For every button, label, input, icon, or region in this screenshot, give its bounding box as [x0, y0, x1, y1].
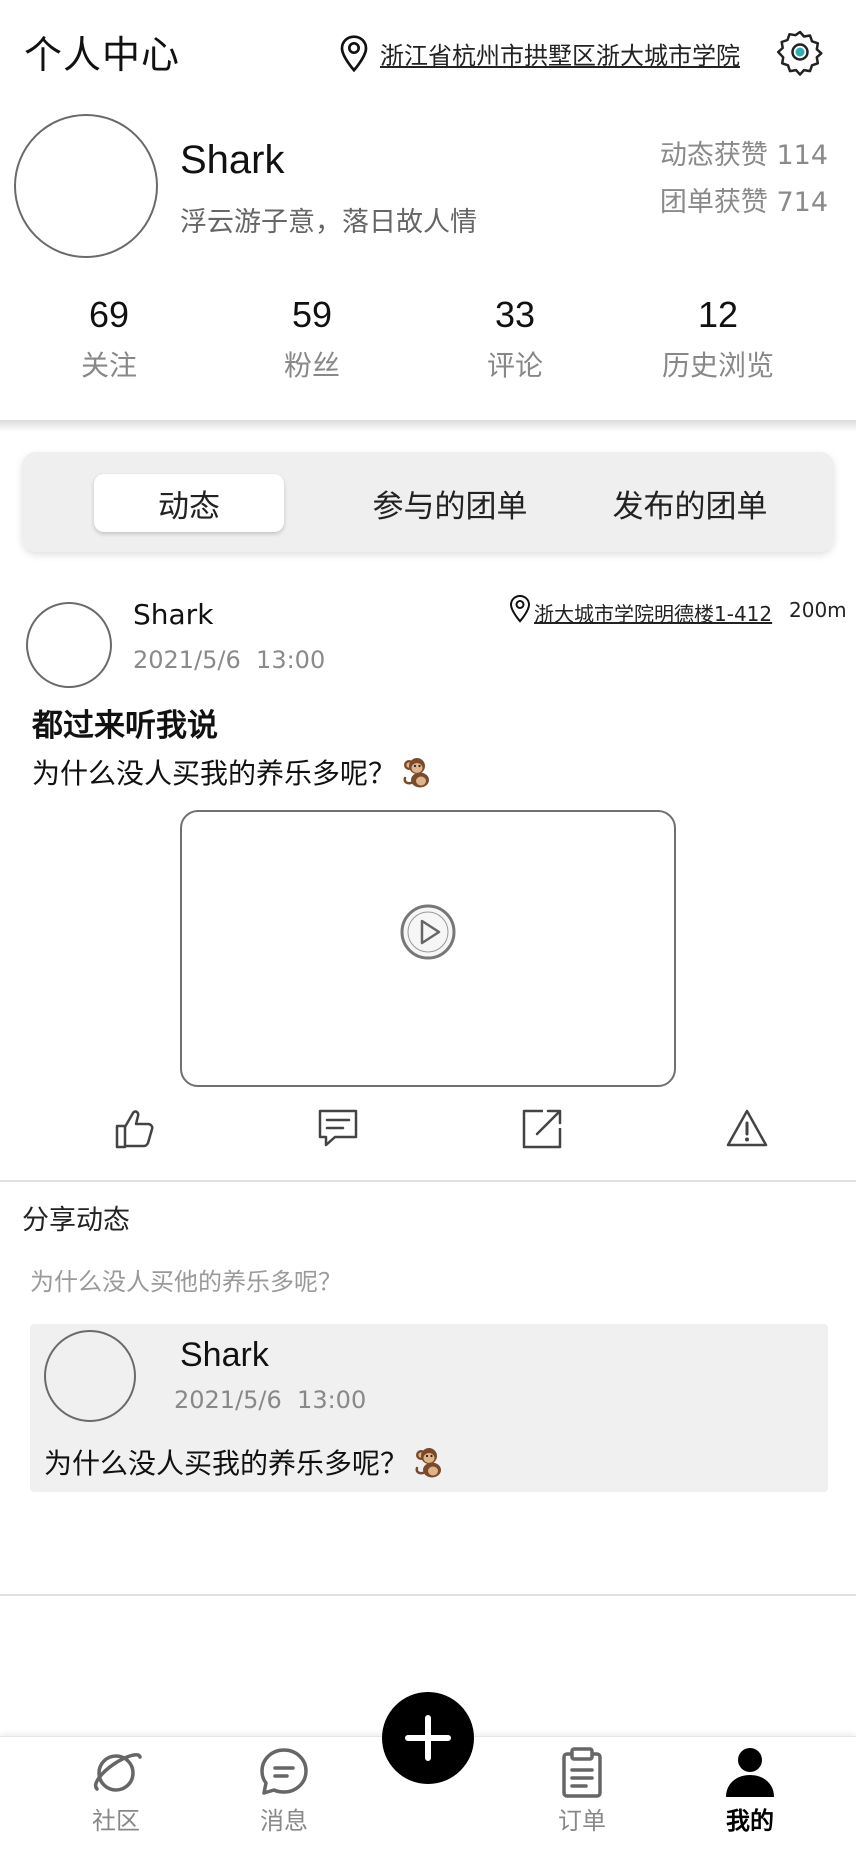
tab-joined-groups[interactable]: 参与的团单 — [350, 474, 550, 532]
add-post-button[interactable] — [382, 1692, 474, 1784]
stat-comments[interactable]: 33 评论 — [415, 294, 615, 384]
divider — [0, 1594, 856, 1596]
post-title: 都过来听我说 — [32, 708, 218, 744]
tab-published-groups[interactable]: 发布的团单 — [590, 474, 790, 532]
shared-post-avatar[interactable] — [44, 1330, 136, 1422]
nav-messages[interactable]: 消息 — [224, 1737, 344, 1836]
nav-label: 社区 — [92, 1807, 140, 1835]
monkey-icon — [403, 758, 430, 788]
share-icon[interactable] — [519, 1106, 565, 1152]
stat-value: 12 — [697, 294, 739, 335]
stat-value: 33 — [494, 294, 536, 335]
group-likes-count: 团单获赞 714 — [659, 187, 828, 218]
gear-icon[interactable] — [776, 28, 824, 76]
divider — [0, 1180, 856, 1182]
page-title: 个人中心 — [24, 33, 181, 77]
share-section-title: 分享动态 — [22, 1205, 130, 1236]
nav-profile[interactable]: 我的 — [690, 1737, 810, 1836]
report-warning-icon[interactable] — [724, 1106, 770, 1152]
nav-orders[interactable]: 订单 — [522, 1737, 642, 1836]
location-pin-icon[interactable] — [338, 34, 370, 74]
stat-label: 粉丝 — [283, 349, 340, 382]
post-location-link[interactable]: 浙大城市学院明德楼1-412 — [534, 598, 772, 627]
location-pin-icon — [509, 594, 531, 623]
tab-posts[interactable]: 动态 — [94, 474, 284, 532]
stat-history[interactable]: 12 历史浏览 — [618, 294, 818, 384]
profile-name: Shark — [180, 138, 285, 182]
shared-post-time: 2021/5/6 13:00 — [174, 1386, 367, 1414]
comment-icon[interactable] — [315, 1106, 361, 1152]
post-avatar[interactable] — [26, 602, 112, 688]
shared-post-author[interactable]: Shark — [180, 1336, 269, 1375]
user-icon — [726, 1748, 774, 1797]
post-author[interactable]: Shark — [133, 598, 213, 631]
stat-label: 历史浏览 — [661, 349, 774, 382]
post-likes-count: 动态获赞 114 — [659, 140, 828, 171]
avatar[interactable] — [14, 114, 158, 258]
plus-icon — [405, 1715, 451, 1761]
stat-label: 评论 — [486, 349, 543, 382]
nav-label: 消息 — [260, 1807, 308, 1835]
profile-bio: 浮云游子意，落日故人情 — [180, 207, 477, 238]
shared-post-text: 为什么没人买我的养乐多呢？ — [44, 1442, 446, 1482]
planet-icon — [94, 1753, 142, 1792]
nav-community[interactable]: 社区 — [56, 1737, 176, 1836]
shared-post-text-content: 为什么没人买我的养乐多呢？ — [44, 1447, 409, 1480]
post-text-content: 为什么没人买我的养乐多呢？ — [32, 757, 397, 790]
share-comment: 为什么没人买他的养乐多呢？ — [30, 1268, 342, 1296]
post-time: 2021/5/6 13:00 — [133, 646, 326, 674]
stat-value: 59 — [291, 294, 333, 335]
clipboard-icon — [562, 1747, 602, 1798]
nav-label: 我的 — [726, 1807, 774, 1835]
post-text: 为什么没人买我的养乐多呢？ — [32, 752, 434, 792]
location-link[interactable]: 浙江省杭州市拱墅区浙大城市学院 — [380, 36, 740, 71]
stat-value: 69 — [88, 294, 130, 335]
thumbs-up-icon[interactable] — [112, 1106, 158, 1152]
stat-followers[interactable]: 59 粉丝 — [212, 294, 412, 384]
nav-label: 订单 — [558, 1807, 606, 1835]
play-icon[interactable] — [400, 904, 456, 960]
section-divider — [0, 420, 856, 432]
stat-label: 关注 — [80, 349, 137, 382]
post-distance: 200m — [789, 598, 847, 622]
message-icon — [260, 1748, 308, 1795]
monkey-icon — [415, 1448, 442, 1478]
tab-bar: 动态 参与的团单 发布的团单 — [22, 452, 834, 552]
stat-following[interactable]: 69 关注 — [9, 294, 209, 384]
